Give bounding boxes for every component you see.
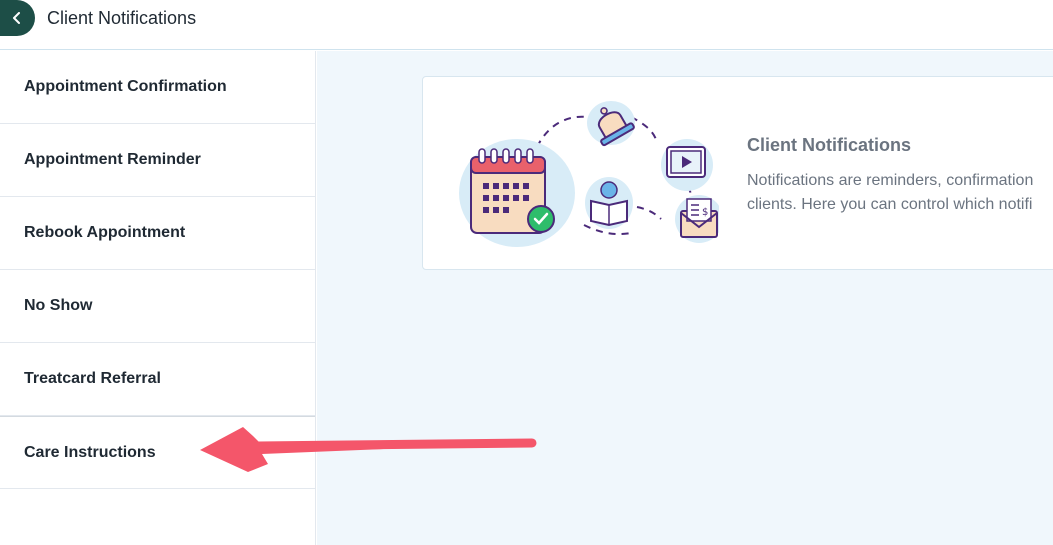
main-content: $ Client Notifications Notifications are… <box>317 51 1053 545</box>
info-card-description-line: clients. Here you can control which noti… <box>747 196 1033 213</box>
top-bar: Client Notifications <box>0 0 1053 50</box>
page-title: Client Notifications <box>47 8 197 28</box>
sidebar-item-no-show[interactable]: No Show <box>0 270 315 343</box>
sidebar-item-care-instructions[interactable]: Care Instructions <box>0 416 315 489</box>
sidebar-item-appointment-reminder[interactable]: Appointment Reminder <box>0 124 315 197</box>
info-card-description: Notifications are reminders, confirmatio… <box>747 169 1053 217</box>
sidebar-item-label: Rebook Appointment <box>24 224 186 241</box>
sidebar-item-appointment-confirmation[interactable]: Appointment Confirmation <box>0 51 315 124</box>
envelope-icon: $ <box>680 198 718 238</box>
notifications-illustration: $ <box>459 95 723 260</box>
info-card-title: Client Notifications <box>747 135 912 155</box>
svg-text:$: $ <box>702 207 708 218</box>
sidebar-item-label: Care Instructions <box>24 443 156 461</box>
check-icon <box>527 205 555 233</box>
sidebar-item-treatcard-referral[interactable]: Treatcard Referral <box>0 343 315 416</box>
sidebar-item-label: Appointment Reminder <box>24 151 201 168</box>
sidebar: Appointment Confirmation Appointment Rem… <box>0 51 316 545</box>
back-button[interactable] <box>0 0 35 36</box>
info-card: $ Client Notifications Notifications are… <box>422 76 1053 270</box>
sidebar-item-label: No Show <box>24 297 93 314</box>
sidebar-item-label: Treatcard Referral <box>24 370 161 387</box>
sidebar-item-rebook-appointment[interactable]: Rebook Appointment <box>0 197 315 270</box>
chevron-left-icon <box>12 12 22 24</box>
sidebar-item-label: Appointment Confirmation <box>24 78 227 95</box>
video-icon <box>666 146 706 178</box>
info-card-description-line: Notifications are reminders, confirmatio… <box>747 172 1034 189</box>
